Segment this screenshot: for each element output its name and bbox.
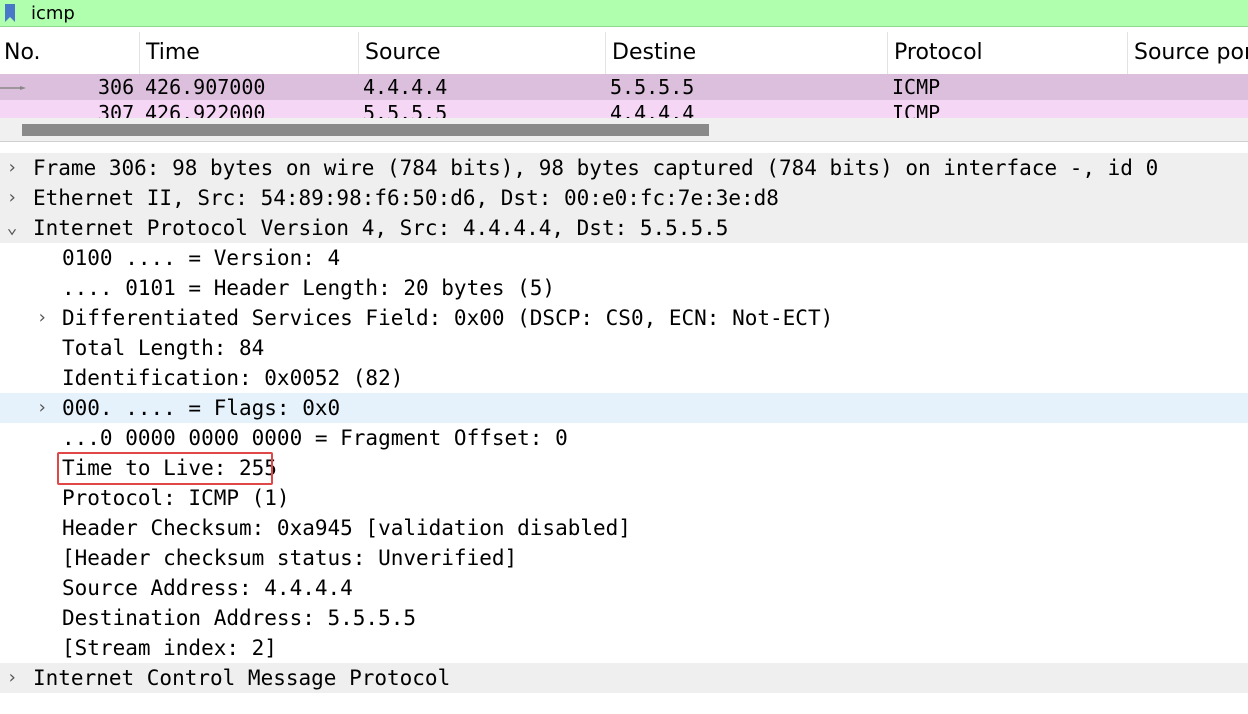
column-header-time[interactable]: Time: [139, 32, 358, 74]
detail-row-protocol[interactable]: Protocol: ICMP (1): [0, 483, 1248, 513]
detail-text: Internet Protocol Version 4, Src: 4.4.4.…: [33, 216, 729, 240]
packet-destination: 4.4.4.4: [610, 101, 695, 118]
detail-text: Frame 306: 98 bytes on wire (784 bits), …: [33, 156, 1159, 180]
detail-text: Ethernet II, Src: 54:89:98:f6:50:d6, Dst…: [33, 186, 779, 210]
detail-row-destination-address[interactable]: Destination Address: 5.5.5.5: [0, 603, 1248, 633]
detail-row-header-length[interactable]: .... 0101 = Header Length: 20 bytes (5): [0, 273, 1248, 303]
detail-row-fragment-offset[interactable]: ...0 0000 0000 0000 = Fragment Offset: 0: [0, 423, 1248, 453]
detail-text: .... 0101 = Header Length: 20 bytes (5): [62, 276, 556, 300]
column-header-no[interactable]: No.: [0, 32, 139, 74]
detail-row-stream-index[interactable]: [Stream index: 2]: [0, 633, 1248, 663]
detail-row-ipv4[interactable]: ⌄ Internet Protocol Version 4, Src: 4.4.…: [0, 213, 1248, 243]
detail-text: 0100 .... = Version: 4: [62, 246, 341, 270]
detail-text: [Stream index: 2]: [62, 636, 277, 660]
expand-caret-icon[interactable]: ›: [34, 303, 50, 333]
packet-source: 5.5.5.5: [363, 101, 448, 118]
detail-text: Differentiated Services Field: 0x00 (DSC…: [62, 306, 834, 330]
detail-row-frame[interactable]: › Frame 306: 98 bytes on wire (784 bits)…: [0, 153, 1248, 183]
packet-list: 306 426.907000 4.4.4.4 5.5.5.5 ICMP 307 …: [0, 74, 1248, 118]
bookmark-icon[interactable]: [4, 4, 16, 22]
packet-protocol: ICMP: [892, 101, 941, 118]
detail-text: [Header checksum status: Unverified]: [62, 546, 518, 570]
display-filter-bar: [0, 0, 1248, 27]
detail-row-icmp[interactable]: › Internet Control Message Protocol: [0, 663, 1248, 693]
packet-source: 4.4.4.4: [363, 75, 448, 99]
detail-text: Internet Control Message Protocol: [33, 666, 451, 690]
detail-text: Protocol: ICMP (1): [62, 486, 290, 510]
expand-caret-icon[interactable]: ›: [4, 153, 20, 183]
column-header-protocol[interactable]: Protocol: [887, 32, 1127, 74]
detail-text: Source Address: 4.4.4.4: [62, 576, 353, 600]
detail-row-source-address[interactable]: Source Address: 4.4.4.4: [0, 573, 1248, 603]
expand-caret-icon[interactable]: ›: [34, 393, 50, 423]
ttl-highlight-box: [57, 452, 273, 485]
packet-time: 426.922000: [145, 101, 266, 118]
column-header-source[interactable]: Source: [358, 32, 605, 74]
packet-time: 426.907000: [145, 75, 266, 99]
detail-row-version[interactable]: 0100 .... = Version: 4: [0, 243, 1248, 273]
detail-text: 000. .... = Flags: 0x0: [62, 396, 341, 420]
expand-caret-icon[interactable]: ›: [4, 663, 20, 693]
packet-no: 306: [98, 75, 135, 99]
packet-destination: 5.5.5.5: [610, 75, 695, 99]
packet-row-selected[interactable]: 306 426.907000 4.4.4.4 5.5.5.5 ICMP: [0, 74, 1248, 100]
detail-row-dsfield[interactable]: › Differentiated Services Field: 0x00 (D…: [0, 303, 1248, 333]
column-header-destination[interactable]: Destine: [605, 32, 887, 74]
scrollbar-thumb[interactable]: [22, 124, 709, 136]
detail-text: ...0 0000 0000 0000 = Fragment Offset: 0: [62, 426, 568, 450]
packet-protocol: ICMP: [892, 75, 941, 99]
detail-text: Total Length: 84: [62, 336, 265, 360]
packet-row[interactable]: 307 426.922000 5.5.5.5 4.4.4.4 ICMP: [0, 100, 1248, 118]
collapse-caret-icon[interactable]: ⌄: [4, 213, 20, 243]
detail-row-identification[interactable]: Identification: 0x0052 (82): [0, 363, 1248, 393]
detail-text: Destination Address: 5.5.5.5: [62, 606, 417, 630]
packet-list-header: No. Time Source Destine Protocol Source …: [0, 32, 1248, 75]
detail-row-ethernet[interactable]: › Ethernet II, Src: 54:89:98:f6:50:d6, D…: [0, 183, 1248, 213]
detail-text: Header Checksum: 0xa945 [validation disa…: [62, 516, 631, 540]
packet-no: 307: [98, 101, 135, 118]
detail-text: Identification: 0x0052 (82): [62, 366, 404, 390]
display-filter-input[interactable]: [27, 0, 1235, 27]
detail-row-checksum-status[interactable]: [Header checksum status: Unverified]: [0, 543, 1248, 573]
detail-row-checksum[interactable]: Header Checksum: 0xa945 [validation disa…: [0, 513, 1248, 543]
column-header-source-port[interactable]: Source por: [1127, 32, 1248, 74]
detail-row-total-length[interactable]: Total Length: 84: [0, 333, 1248, 363]
expand-caret-icon[interactable]: ›: [4, 183, 20, 213]
request-arrow-icon: [0, 86, 26, 90]
packet-list-hscrollbar[interactable]: [0, 118, 1248, 142]
detail-row-flags[interactable]: › 000. .... = Flags: 0x0: [0, 393, 1248, 423]
